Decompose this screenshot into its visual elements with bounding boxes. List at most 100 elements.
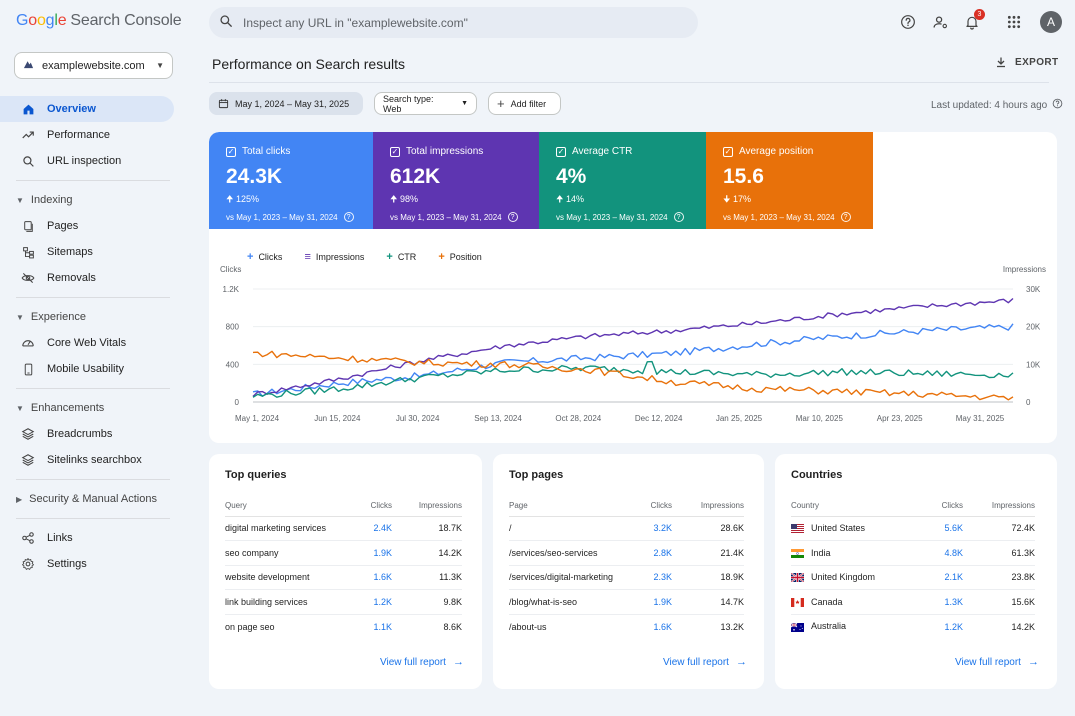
column-header[interactable]: Impressions — [963, 496, 1035, 517]
metric-compare: vs May 1, 2023 – May 31, 2024 — [556, 212, 668, 222]
search-type-label: Search type: Web — [383, 93, 434, 114]
column-header[interactable]: Impressions — [392, 496, 462, 517]
last-updated: Last updated: 4 hours ago — [931, 98, 1063, 112]
table-row[interactable]: /services/seo-services 2.8K 21.4K — [509, 540, 744, 566]
help-icon[interactable]: ? — [673, 212, 684, 222]
table-row[interactable]: link building services 1.2K 9.8K — [225, 589, 462, 615]
logo[interactable]: Google Search Console — [16, 12, 182, 30]
sidebar-item-performance[interactable]: Performance — [0, 122, 174, 148]
metric-total-impressions[interactable]: ✓ Total impressions 612K 🠉 98% vs May 1, … — [373, 132, 539, 229]
avatar[interactable]: A — [1040, 11, 1062, 33]
sidebar-item-core-web-vitals[interactable]: Core Web Vitals — [0, 330, 174, 356]
table-row[interactable]: on page seo 1.1K 8.6K — [225, 614, 462, 639]
chevron-down-icon: ▼ — [461, 100, 468, 107]
page-cell: /blog/what-is-seo — [509, 589, 638, 615]
help-icon[interactable]: ? — [343, 212, 354, 222]
search-input[interactable] — [243, 15, 663, 30]
performance-line-chart: Clicks Impressions 1.2K 800 400 0 30K 20K 10K 0 Ma… — [220, 265, 1046, 423]
help-icon[interactable] — [1052, 98, 1063, 112]
column-header[interactable]: Country — [791, 496, 931, 517]
help-icon[interactable]: ? — [507, 212, 518, 222]
view-full-report-link[interactable]: View full report → — [380, 656, 464, 668]
date-range-filter[interactable]: May 1, 2024 – May 31, 2025 — [209, 92, 363, 115]
column-header[interactable]: Impressions — [672, 496, 744, 517]
metric-compare: vs May 1, 2023 – May 31, 2024 — [390, 212, 502, 222]
table-row[interactable]: /blog/what-is-seo 1.9K 14.7K — [509, 589, 744, 615]
section-indexing[interactable]: ▼ Indexing — [0, 187, 190, 213]
apps-grid-icon[interactable] — [1002, 10, 1026, 34]
clicks-cell: 1.6K — [357, 565, 392, 590]
metric-value: 4% — [556, 165, 587, 188]
metric-change: 125% — [235, 194, 259, 204]
export-button[interactable]: EXPORT — [995, 56, 1059, 68]
divider — [16, 479, 170, 480]
sidebar-item-sitemaps[interactable]: Sitemaps — [0, 239, 174, 265]
table-row[interactable]: website development 1.6K 11.3K — [225, 565, 462, 590]
add-filter-button[interactable]: + Add filter — [488, 92, 561, 115]
sidebar-item-removals[interactable]: Removals — [0, 265, 174, 291]
sidebar-item-links[interactable]: Links — [0, 525, 174, 551]
table-row[interactable]: United States 5.6K 72.4K — [791, 516, 1035, 541]
sidebar-item-url-inspection[interactable]: URL inspection — [0, 148, 174, 174]
metric-average-position[interactable]: ✓ Average position 15.6 🠋 17% vs May 1, 2… — [706, 132, 873, 229]
column-header[interactable]: Clicks — [931, 496, 963, 517]
metric-label: Total impressions — [406, 146, 484, 157]
table-row[interactable]: India 4.8K 61.3K — [791, 540, 1035, 566]
table-row[interactable]: Canada 1.3K 15.6K — [791, 589, 1035, 615]
impressions-cell: 61.3K — [963, 540, 1035, 566]
metric-average-ctr[interactable]: ✓ Average CTR 4% 🠉 14% vs May 1, 2023 – M… — [539, 132, 706, 229]
users-settings-icon[interactable] — [928, 10, 952, 34]
table-row[interactable]: Australia 1.2K 14.2K — [791, 614, 1035, 639]
view-full-report-link[interactable]: View full report → — [955, 656, 1039, 668]
pages-icon — [21, 219, 35, 233]
divider — [16, 388, 170, 389]
query-cell: link building services — [225, 589, 357, 615]
clicks-cell: 4.8K — [931, 540, 963, 566]
impressions-cell: 13.2K — [720, 621, 744, 632]
x-tick-label: Jun 15, 2024 — [314, 414, 361, 423]
table-row[interactable]: /about-us 1.6K 13.2K — [509, 614, 744, 639]
column-header[interactable]: Page — [509, 496, 638, 517]
sidebar-item-sitelinks-searchbox[interactable]: Sitelinks searchbox — [0, 447, 174, 473]
us-flag-icon — [791, 524, 804, 534]
query-cell: on page seo — [225, 621, 275, 632]
metric-total-clicks[interactable]: ✓ Total clicks 24.3K 🠉 125% vs May 1, 202… — [209, 132, 373, 229]
property-selector[interactable]: examplewebsite.com ▼ — [14, 52, 173, 79]
checkbox-icon[interactable]: ✓ — [390, 146, 400, 157]
sidebar-item-label: Sitemaps — [47, 246, 93, 258]
table-row[interactable]: /services/digital-marketing 2.3K 18.9K — [509, 565, 744, 590]
table-row[interactable]: digital marketing services 2.4K 18.7K — [225, 516, 462, 541]
table-row[interactable]: seo company 1.9K 14.2K — [225, 540, 462, 566]
column-header[interactable]: Query — [225, 496, 357, 517]
section-enhancements[interactable]: ▼ Enhancements — [0, 395, 190, 421]
help-icon[interactable] — [896, 10, 920, 34]
help-icon[interactable]: ? — [840, 212, 851, 222]
column-header[interactable]: Clicks — [357, 496, 392, 517]
impressions-cell: 23.8K — [963, 565, 1035, 590]
table-row[interactable]: United Kingdom 2.1K 23.8K — [791, 565, 1035, 590]
search-type-filter[interactable]: Search type: Web ▼ — [374, 92, 477, 115]
table-row[interactable]: /3.2K 28.6K — [509, 516, 744, 541]
section-label: Security & Manual Actions — [29, 493, 157, 505]
links-icon — [21, 531, 35, 545]
sidebar-item-settings[interactable]: Settings — [0, 551, 174, 577]
visibility-off-icon — [21, 271, 35, 285]
page-cell: / — [509, 516, 638, 541]
column-header[interactable]: Clicks — [638, 496, 672, 517]
checkbox-icon[interactable]: ✓ — [226, 146, 236, 157]
notifications-icon[interactable]: 3 — [960, 9, 985, 34]
sidebar-item-pages[interactable]: Pages — [0, 213, 174, 239]
checkbox-icon[interactable]: ✓ — [556, 146, 566, 157]
url-inspect-search[interactable] — [209, 7, 698, 38]
section-security[interactable]: ▶ Security & Manual Actions — [0, 486, 190, 512]
sidebar-item-breadcrumbs[interactable]: Breadcrumbs — [0, 421, 174, 447]
view-full-report-link[interactable]: View full report → — [663, 656, 747, 668]
country-name: United States — [811, 523, 866, 534]
legend-label: Position — [449, 252, 482, 262]
checkbox-icon[interactable]: ✓ — [723, 146, 733, 157]
section-experience[interactable]: ▼ Experience — [0, 304, 190, 330]
sidebar-item-mobile-usability[interactable]: Mobile Usability — [0, 356, 174, 382]
country-name: Australia — [811, 621, 847, 632]
sidebar-item-overview[interactable]: Overview — [0, 96, 174, 122]
metric-label: Average CTR — [572, 146, 633, 157]
